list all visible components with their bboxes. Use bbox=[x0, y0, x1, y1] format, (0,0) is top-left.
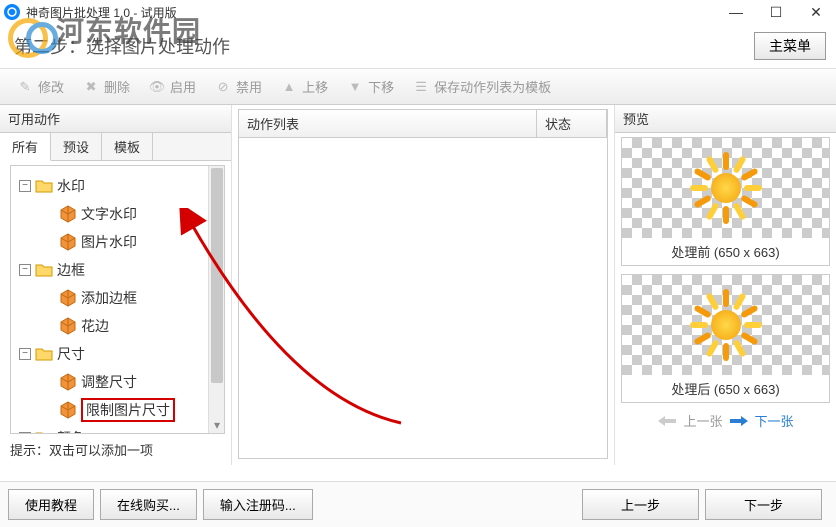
preview-after-label: 处理后 (650 x 663) bbox=[622, 375, 829, 402]
cube-icon bbox=[59, 373, 77, 391]
enable-button[interactable]: 👁启用 bbox=[140, 73, 204, 100]
step-title: 第二步：选择图片处理动作 bbox=[14, 33, 230, 59]
tree-item-text-watermark[interactable]: 文字水印 bbox=[15, 200, 220, 228]
maximize-button[interactable]: ☐ bbox=[756, 0, 796, 24]
register-button[interactable]: 输入注册码... bbox=[203, 489, 313, 520]
left-panel-title: 可用动作 bbox=[0, 105, 231, 133]
preview-pager: 上一张 下一张 bbox=[615, 407, 836, 434]
app-icon bbox=[4, 4, 20, 20]
col-action: 动作列表 bbox=[239, 110, 537, 137]
preview-panel: 预览 处理前 (650 x 663) 处理后 (650 x 663) 上一张 bbox=[614, 105, 836, 465]
tree-node-color[interactable]: −颜色 bbox=[15, 424, 220, 433]
action-tabs: 所有 预设 模板 bbox=[0, 133, 231, 161]
folder-open-icon bbox=[35, 178, 53, 194]
prev-step-button[interactable]: 上一步 bbox=[582, 489, 699, 520]
preview-title: 预览 bbox=[615, 105, 836, 133]
action-toolbar: ✎修改 ✖删除 👁启用 ⊘禁用 ▲上移 ▼下移 ☰保存动作列表为模板 bbox=[0, 69, 836, 105]
arrow-up-icon: ▲ bbox=[280, 78, 298, 96]
preview-before-label: 处理前 (650 x 663) bbox=[622, 238, 829, 265]
delete-icon: ✖ bbox=[82, 78, 100, 96]
action-list-body[interactable] bbox=[238, 138, 608, 459]
arrow-down-icon: ▼ bbox=[346, 78, 364, 96]
move-up-button[interactable]: ▲上移 bbox=[272, 73, 336, 100]
collapse-icon[interactable]: − bbox=[19, 348, 31, 360]
next-image-button[interactable]: 下一张 bbox=[755, 411, 794, 430]
window-title: 神奇图片批处理 1.0 - 试用版 bbox=[26, 4, 177, 21]
tree-scrollbar[interactable]: ▾ bbox=[208, 166, 224, 433]
tree-node-watermark[interactable]: −水印 bbox=[15, 172, 220, 200]
collapse-icon[interactable]: − bbox=[19, 264, 31, 276]
cube-icon bbox=[59, 289, 77, 307]
collapse-icon[interactable]: − bbox=[19, 432, 31, 433]
eye-icon: 👁 bbox=[148, 78, 166, 96]
modify-button[interactable]: ✎修改 bbox=[8, 73, 72, 100]
eye-off-icon: ⊘ bbox=[214, 78, 232, 96]
tree-node-size[interactable]: −尺寸 bbox=[15, 340, 220, 368]
arrow-left-icon bbox=[657, 415, 677, 427]
save-icon: ☰ bbox=[412, 78, 430, 96]
tree-item-add-border[interactable]: 添加边框 bbox=[15, 284, 220, 312]
cube-icon bbox=[59, 317, 77, 335]
tab-template[interactable]: 模板 bbox=[102, 133, 153, 160]
delete-button[interactable]: ✖删除 bbox=[74, 73, 138, 100]
actions-tree: −水印 文字水印 图片水印 −边框 添加边框 花边 −尺寸 调整尺寸 限制图片尺… bbox=[11, 166, 224, 433]
tutorial-button[interactable]: 使用教程 bbox=[8, 489, 94, 520]
footer-bar: 使用教程 在线购买... 输入注册码... 上一步 下一步 bbox=[0, 481, 836, 527]
cube-icon bbox=[59, 233, 77, 251]
tab-preset[interactable]: 预设 bbox=[51, 133, 102, 160]
collapse-icon[interactable]: − bbox=[19, 180, 31, 192]
folder-open-icon bbox=[35, 430, 53, 433]
step-header: 第二步：选择图片处理动作 主菜单 bbox=[0, 24, 836, 69]
disable-button[interactable]: ⊘禁用 bbox=[206, 73, 270, 100]
sun-icon bbox=[690, 289, 762, 361]
close-button[interactable]: ✕ bbox=[796, 0, 836, 24]
scrollbar-thumb[interactable] bbox=[211, 168, 223, 383]
action-list-header: 动作列表 状态 bbox=[238, 109, 608, 138]
buy-button[interactable]: 在线购买... bbox=[100, 489, 197, 520]
pencil-icon: ✎ bbox=[16, 78, 34, 96]
preview-after-image bbox=[622, 275, 829, 375]
sun-icon bbox=[690, 152, 762, 224]
folder-open-icon bbox=[35, 262, 53, 278]
preview-before-box: 处理前 (650 x 663) bbox=[621, 137, 830, 266]
move-down-button[interactable]: ▼下移 bbox=[338, 73, 402, 100]
prev-image-button[interactable]: 上一张 bbox=[683, 411, 722, 430]
arrow-right-icon bbox=[729, 415, 749, 427]
next-step-button[interactable]: 下一步 bbox=[705, 489, 822, 520]
tree-item-image-watermark[interactable]: 图片水印 bbox=[15, 228, 220, 256]
minimize-button[interactable]: — bbox=[716, 0, 756, 24]
col-status: 状态 bbox=[537, 110, 607, 137]
window-controls: — ☐ ✕ bbox=[716, 0, 836, 24]
preview-after-box: 处理后 (650 x 663) bbox=[621, 274, 830, 403]
folder-open-icon bbox=[35, 346, 53, 362]
tree-hint: 提示：双击可以添加一项 bbox=[0, 436, 231, 465]
cube-icon bbox=[59, 401, 77, 419]
cube-icon bbox=[59, 205, 77, 223]
scroll-down-icon[interactable]: ▾ bbox=[209, 417, 225, 433]
action-list-panel: 动作列表 状态 bbox=[232, 105, 614, 465]
tree-item-limit-size[interactable]: 限制图片尺寸 bbox=[15, 396, 220, 424]
title-bar: 神奇图片批处理 1.0 - 试用版 — ☐ ✕ bbox=[0, 0, 836, 24]
save-template-button[interactable]: ☰保存动作列表为模板 bbox=[404, 73, 559, 100]
tree-item-lace[interactable]: 花边 bbox=[15, 312, 220, 340]
preview-before-image bbox=[622, 138, 829, 238]
tree-node-border[interactable]: −边框 bbox=[15, 256, 220, 284]
tab-all[interactable]: 所有 bbox=[0, 133, 51, 161]
available-actions-panel: 可用动作 所有 预设 模板 −水印 文字水印 图片水印 −边框 添加边框 花边 … bbox=[0, 105, 232, 465]
tree-item-resize[interactable]: 调整尺寸 bbox=[15, 368, 220, 396]
main-menu-button[interactable]: 主菜单 bbox=[754, 32, 826, 60]
